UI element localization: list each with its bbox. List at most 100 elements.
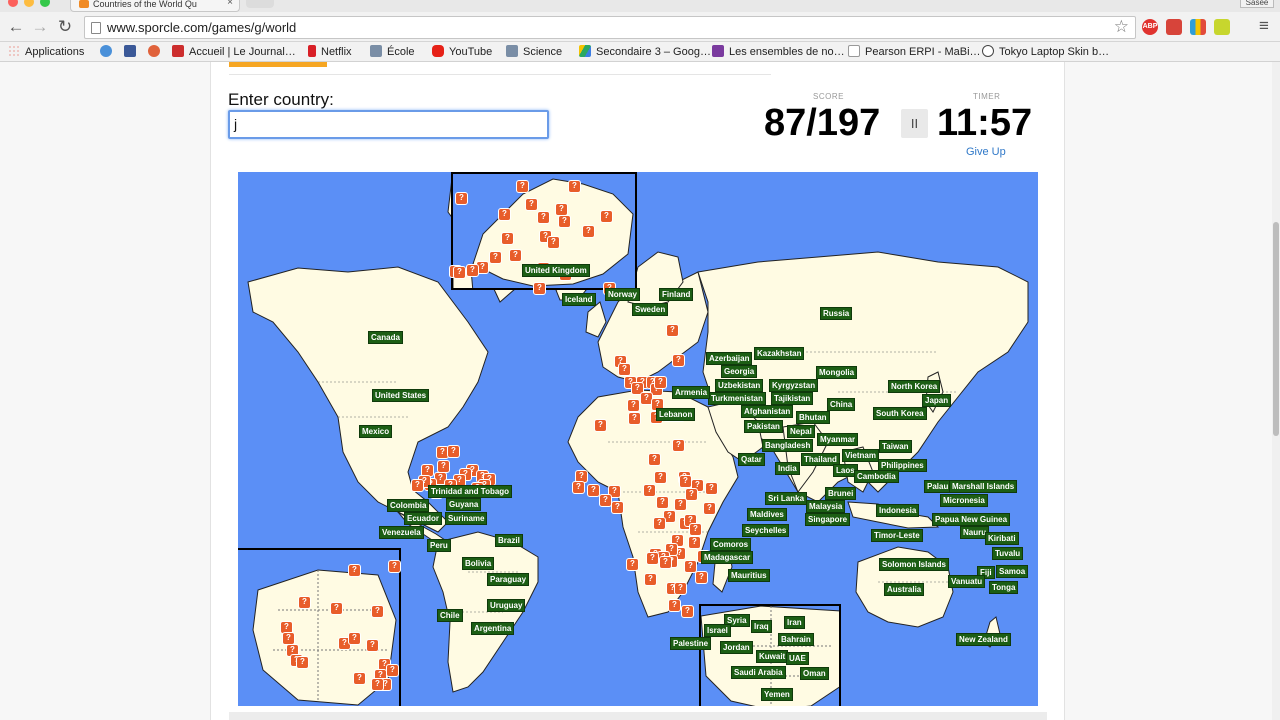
unanswered-country-marker-icon: ?: [371, 605, 384, 618]
country-label: China: [827, 398, 856, 411]
unanswered-country-marker-icon: ?: [648, 453, 661, 466]
unanswered-country-marker-icon: ?: [672, 439, 685, 452]
browser-toolbar: ← → ↻ www.sporcle.com/games/g/world ☆ AB…: [0, 12, 1280, 42]
country-label: Israel: [704, 624, 731, 637]
country-label: Norway: [605, 288, 640, 301]
country-label: Finland: [659, 288, 694, 301]
tab-title: Countries of the World Qu: [93, 0, 197, 9]
country-label: Chile: [437, 609, 463, 622]
new-tab-button[interactable]: [246, 0, 274, 8]
unanswered-country-marker-icon: ?: [348, 632, 361, 645]
country-label: Marshall Islands: [949, 480, 1018, 493]
bookmark-science[interactable]: Science: [506, 45, 562, 58]
quiz-container: Enter country: j SCORE 87/197 II TIMER 1…: [210, 62, 1065, 720]
score-label: SCORE: [813, 92, 844, 101]
unanswered-country-marker-icon: ?: [447, 445, 460, 458]
bookmark-ensembles[interactable]: Les ensembles de no…: [712, 45, 845, 58]
bookmark-journal[interactable]: Accueil | Le Journal…: [172, 45, 296, 58]
country-label: Azerbaijan: [706, 352, 753, 365]
gimp-icon: [148, 45, 160, 57]
address-bar[interactable]: www.sporcle.com/games/g/world ☆: [84, 16, 1136, 39]
bookmark-chrome[interactable]: [100, 45, 117, 58]
adblock-plus-icon[interactable]: ABP: [1142, 19, 1158, 35]
country-label: Palestine: [670, 637, 712, 650]
forward-arrow-icon[interactable]: →: [30, 17, 50, 37]
country-answer-input[interactable]: j: [228, 110, 549, 139]
bookmark-gimp[interactable]: [148, 45, 165, 58]
profile-button[interactable]: Sasee: [1240, 0, 1274, 8]
bookmark-star-icon[interactable]: ☆: [1114, 17, 1129, 37]
give-up-link[interactable]: Give Up: [966, 146, 1006, 158]
country-label: Myanmar: [817, 433, 859, 446]
unanswered-country-marker-icon: ?: [509, 249, 522, 262]
unanswered-country-marker-icon: ?: [705, 482, 718, 495]
unanswered-country-marker-icon: ?: [558, 215, 571, 228]
close-window-button[interactable]: [8, 0, 18, 7]
country-label: Cambodia: [854, 470, 899, 483]
country-label: Japan: [922, 394, 952, 407]
netflix-icon: [308, 45, 316, 57]
country-label: United Kingdom: [522, 264, 590, 277]
unanswered-country-marker-icon: ?: [498, 208, 511, 221]
country-label: Bhutan: [796, 411, 830, 424]
bookmark-ecole[interactable]: École: [370, 45, 415, 58]
unanswered-country-marker-icon: ?: [572, 481, 585, 494]
country-label: Singapore: [805, 513, 851, 526]
unanswered-country-marker-icon: ?: [611, 501, 624, 514]
unanswered-country-marker-icon: ?: [533, 282, 546, 295]
extension-yellow-icon[interactable]: [1214, 19, 1230, 35]
unanswered-country-marker-icon: ?: [627, 399, 640, 412]
score-value: 87/197: [764, 102, 881, 144]
country-label: Pakistan: [744, 420, 783, 433]
back-arrow-icon[interactable]: ←: [6, 17, 26, 37]
tab-close-icon[interactable]: ×: [227, 0, 233, 8]
bookmark-tokyo[interactable]: Tokyo Laptop Skin b…: [982, 45, 1109, 58]
reload-icon[interactable]: ↻: [55, 17, 75, 37]
pause-button[interactable]: II: [901, 109, 928, 138]
unanswered-country-marker-icon: ?: [298, 596, 311, 609]
country-label: UAE: [786, 652, 809, 665]
country-label: Comoros: [710, 538, 752, 551]
unanswered-country-marker-icon: ?: [681, 605, 694, 618]
browser-tab[interactable]: Countries of the World Qu ×: [70, 0, 240, 12]
folder-icon: [370, 45, 382, 57]
facebook-icon: [124, 45, 136, 57]
footer-strip: [229, 712, 1047, 720]
unanswered-country-marker-icon: ?: [654, 471, 667, 484]
unanswered-country-marker-icon: ?: [674, 582, 687, 595]
unanswered-country-marker-icon: ?: [525, 198, 538, 211]
unanswered-country-marker-icon: ?: [455, 192, 468, 205]
country-label: Indonesia: [876, 504, 920, 517]
country-label: Suriname: [445, 512, 488, 525]
bookmark-netflix[interactable]: Netflix: [308, 45, 352, 58]
unanswered-country-marker-icon: ?: [618, 363, 631, 376]
country-label: Seychelles: [742, 524, 790, 537]
page-scrollbar-thumb[interactable]: [1273, 222, 1279, 436]
bookmark-secondaire[interactable]: Secondaire 3 – Goog…: [579, 45, 711, 58]
minimize-window-button[interactable]: [24, 0, 34, 7]
unanswered-country-marker-icon: ?: [653, 517, 666, 530]
world-map[interactable]: ????????????????????????????????????????…: [238, 172, 1038, 706]
url-text[interactable]: www.sporcle.com/games/g/world: [107, 20, 296, 35]
bookmark-pearson[interactable]: Pearson ERPI - MaBi…: [848, 45, 981, 58]
zoom-window-button[interactable]: [40, 0, 50, 7]
bookmark-youtube[interactable]: YouTube: [432, 45, 492, 58]
country-label: Paraguay: [487, 573, 530, 586]
country-label: Oman: [800, 667, 829, 680]
extension-red-icon[interactable]: [1166, 19, 1182, 35]
active-section-tab[interactable]: [229, 62, 327, 67]
unanswered-country-marker-icon: ?: [594, 419, 607, 432]
country-label: Colombia: [387, 499, 430, 512]
bookmark-applications[interactable]: Applications: [8, 45, 84, 58]
extension-colorful-icon[interactable]: [1190, 19, 1206, 35]
country-label: Argentina: [471, 622, 515, 635]
country-label: Venezuela: [379, 526, 424, 539]
country-label: Micronesia: [940, 494, 988, 507]
unanswered-country-marker-icon: ?: [330, 602, 343, 615]
chrome-menu-icon[interactable]: ≡: [1254, 16, 1274, 36]
unanswered-country-marker-icon: ?: [568, 180, 581, 193]
country-label: Nepal: [787, 425, 815, 438]
bookmark-facebook[interactable]: [124, 45, 141, 58]
unanswered-country-marker-icon: ?: [674, 498, 687, 511]
country-label: Malaysia: [806, 500, 846, 513]
